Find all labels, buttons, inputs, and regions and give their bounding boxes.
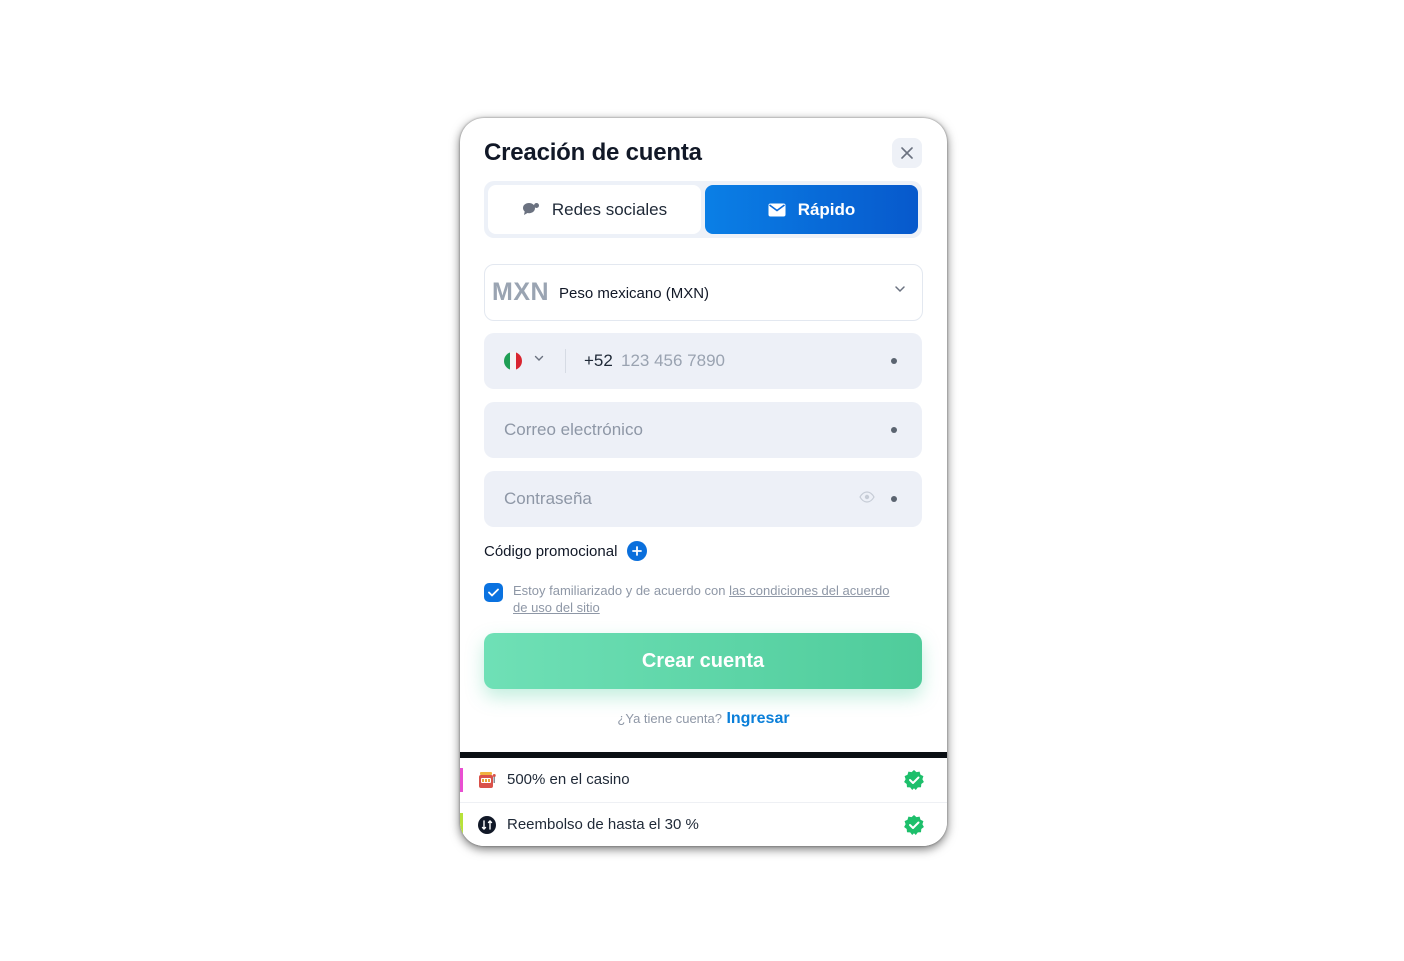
required-indicator (891, 496, 897, 502)
promo-code-label: Código promocional (484, 542, 618, 560)
tab-social-networks[interactable]: Redes sociales (488, 185, 701, 234)
login-link[interactable]: Ingresar (726, 710, 789, 727)
currency-code: MXN (492, 278, 550, 306)
cashback-icon (478, 816, 496, 834)
email-placeholder: Correo electrónico (504, 420, 643, 439)
checkmark-icon (488, 588, 499, 597)
slot-machine-icon (479, 772, 496, 788)
currency-name: Peso mexicano (MXN) (559, 285, 710, 302)
phone-field[interactable]: +52 123 456 7890 (484, 333, 922, 389)
bonus-item-cashback: Reembolso de hasta el 30 % (460, 803, 947, 846)
registration-modal: Creación de cuenta Redes sociales Rápido… (460, 118, 947, 846)
registration-tabs: Redes sociales Rápido (484, 181, 922, 238)
login-prompt: ¿Ya tiene cuenta? Ingresar (460, 710, 947, 728)
tab-fast[interactable]: Rápido (705, 185, 918, 234)
tab-fast-label: Rápido (797, 199, 856, 219)
email-field[interactable]: Correo electrónico (484, 402, 922, 458)
required-indicator (891, 427, 897, 433)
chat-bubbles-icon (522, 202, 539, 215)
promo-code-toggle[interactable]: Código promocional (484, 541, 648, 561)
plus-icon[interactable] (627, 541, 648, 561)
create-account-button[interactable]: Crear cuenta (484, 633, 922, 689)
password-placeholder: Contraseña (504, 489, 592, 508)
bonus-text: 500% en el casino (507, 771, 630, 788)
eye-icon[interactable] (859, 491, 875, 503)
phone-divider (565, 349, 566, 373)
phone-placeholder[interactable]: 123 456 7890 (621, 351, 725, 371)
verified-badge-icon (904, 815, 924, 835)
chevron-down-icon (895, 286, 905, 293)
password-field[interactable]: Contraseña (484, 471, 922, 527)
login-question: ¿Ya tiene cuenta? (617, 711, 722, 726)
tab-social-label: Redes sociales (551, 199, 668, 219)
phone-country-code: +52 (584, 351, 613, 370)
mexico-flag-icon[interactable] (504, 352, 522, 370)
bonus-accent (460, 768, 463, 792)
bonus-text: Reembolso de hasta el 30 % (507, 816, 699, 833)
bonus-accent (460, 813, 463, 837)
currency-select[interactable]: MXN Peso mexicano (MXN) (484, 264, 923, 321)
terms-text-block: Estoy familiarizado y de acuerdo con las… (513, 582, 903, 616)
envelope-icon (768, 203, 786, 216)
verified-badge-icon (904, 770, 924, 790)
modal-title: Creación de cuenta (484, 139, 702, 166)
country-chevron-icon[interactable] (534, 355, 544, 362)
terms-checkbox[interactable] (484, 583, 503, 602)
bonus-item-casino: 500% en el casino (460, 758, 947, 803)
close-icon (901, 147, 913, 159)
close-button[interactable] (892, 138, 922, 168)
terms-text: Estoy familiarizado y de acuerdo con (513, 583, 730, 598)
required-indicator (891, 358, 897, 364)
